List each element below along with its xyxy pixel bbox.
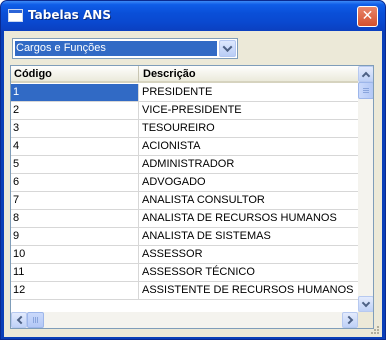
column-header-descricao[interactable]: Descrição bbox=[140, 66, 358, 82]
table-row[interactable]: 5 ADMINISTRADOR bbox=[11, 156, 358, 174]
table-row[interactable]: 10 ASSESSOR bbox=[11, 246, 358, 264]
dropdown-selected-value: Cargos e Funções bbox=[15, 41, 217, 56]
dropdown-button[interactable] bbox=[219, 40, 236, 57]
table-row[interactable]: 3 TESOUREIRO bbox=[11, 120, 358, 138]
cell-codigo[interactable]: 4 bbox=[11, 138, 139, 155]
column-header-codigo[interactable]: Código bbox=[11, 66, 139, 82]
cell-descricao[interactable]: TESOUREIRO bbox=[140, 120, 358, 137]
scroll-down-button[interactable] bbox=[358, 296, 373, 312]
grid-header: Código Descrição bbox=[11, 66, 358, 83]
cell-codigo[interactable]: 2 bbox=[11, 102, 139, 119]
arrow-right-icon bbox=[344, 315, 354, 325]
arrow-down-icon bbox=[361, 298, 371, 308]
table-select-dropdown[interactable]: Cargos e Funções bbox=[12, 38, 238, 59]
vertical-scroll-thumb[interactable] bbox=[358, 82, 373, 99]
close-icon: ✕ bbox=[361, 8, 374, 24]
table-row[interactable]: 2 VICE-PRESIDENTE bbox=[11, 102, 358, 120]
grip-line bbox=[363, 90, 369, 91]
cell-descricao[interactable]: PRESIDENTE bbox=[140, 84, 358, 101]
cell-codigo[interactable]: 3 bbox=[11, 120, 139, 137]
cell-codigo[interactable]: 12 bbox=[11, 282, 139, 299]
cell-codigo[interactable]: 8 bbox=[11, 210, 139, 227]
cell-descricao[interactable]: ACIONISTA bbox=[140, 138, 358, 155]
cell-descricao[interactable]: ADMINISTRADOR bbox=[140, 156, 358, 173]
grip-line bbox=[37, 317, 38, 323]
title-bar[interactable]: Tabelas ANS ✕ bbox=[1, 1, 385, 31]
cell-descricao[interactable]: ANALISTA CONSULTOR bbox=[140, 192, 358, 209]
arrow-left-icon bbox=[16, 315, 26, 325]
cell-codigo[interactable]: 9 bbox=[11, 228, 139, 245]
cell-codigo[interactable]: 1 bbox=[11, 84, 139, 101]
cell-descricao[interactable]: ASSISTENTE DE RECURSOS HUMANOS bbox=[140, 282, 358, 299]
window-icon bbox=[8, 9, 23, 22]
scroll-up-button[interactable] bbox=[358, 66, 373, 82]
chevron-down-icon bbox=[222, 42, 233, 53]
cell-codigo[interactable]: 5 bbox=[11, 156, 139, 173]
cell-descricao[interactable]: ASSESSOR bbox=[140, 246, 358, 263]
resize-grip[interactable] bbox=[368, 323, 380, 335]
scroll-right-button[interactable] bbox=[342, 312, 358, 328]
arrow-up-icon bbox=[361, 71, 371, 81]
grip-line bbox=[33, 317, 34, 323]
table-row[interactable]: 4 ACIONISTA bbox=[11, 138, 358, 156]
horizontal-scroll-thumb[interactable] bbox=[27, 312, 44, 328]
cell-descricao[interactable]: ANALISTA DE SISTEMAS bbox=[140, 228, 358, 245]
grip-line bbox=[363, 88, 369, 89]
scroll-left-button[interactable] bbox=[11, 312, 27, 328]
table-row[interactable]: 6 ADVOGADO bbox=[11, 174, 358, 192]
grip-line bbox=[363, 92, 369, 93]
window: Tabelas ANS ✕ Cargos e Funções Código De… bbox=[0, 0, 386, 340]
cell-descricao[interactable]: ASSESSOR TÉCNICO bbox=[140, 264, 358, 281]
table-row[interactable]: 12 ASSISTENTE DE RECURSOS HUMANOS bbox=[11, 282, 358, 300]
dialog-body: Cargos e Funções Código Descrição 1 PRESI… bbox=[4, 31, 382, 337]
data-grid: Código Descrição 1 PRESIDENTE 2 VICE-PRESID… bbox=[10, 65, 374, 329]
vertical-scrollbar[interactable] bbox=[358, 66, 373, 312]
window-title: Tabelas ANS bbox=[28, 8, 111, 22]
table-row[interactable]: 1 PRESIDENTE bbox=[11, 84, 358, 102]
horizontal-scrollbar[interactable] bbox=[11, 312, 358, 328]
cell-codigo[interactable]: 6 bbox=[11, 174, 139, 191]
cell-descricao[interactable]: VICE-PRESIDENTE bbox=[140, 102, 358, 119]
cell-descricao[interactable]: ANALISTA DE RECURSOS HUMANOS bbox=[140, 210, 358, 227]
close-button[interactable]: ✕ bbox=[357, 6, 378, 27]
table-row[interactable]: 9 ANALISTA DE SISTEMAS bbox=[11, 228, 358, 246]
grip-line bbox=[35, 317, 36, 323]
table-row[interactable]: 11 ASSESSOR TÉCNICO bbox=[11, 264, 358, 282]
cell-codigo[interactable]: 11 bbox=[11, 264, 139, 281]
table-row[interactable]: 8 ANALISTA DE RECURSOS HUMANOS bbox=[11, 210, 358, 228]
cell-codigo[interactable]: 7 bbox=[11, 192, 139, 209]
cell-codigo[interactable]: 10 bbox=[11, 246, 139, 263]
cell-descricao[interactable]: ADVOGADO bbox=[140, 174, 358, 191]
table-row[interactable]: 7 ANALISTA CONSULTOR bbox=[11, 192, 358, 210]
